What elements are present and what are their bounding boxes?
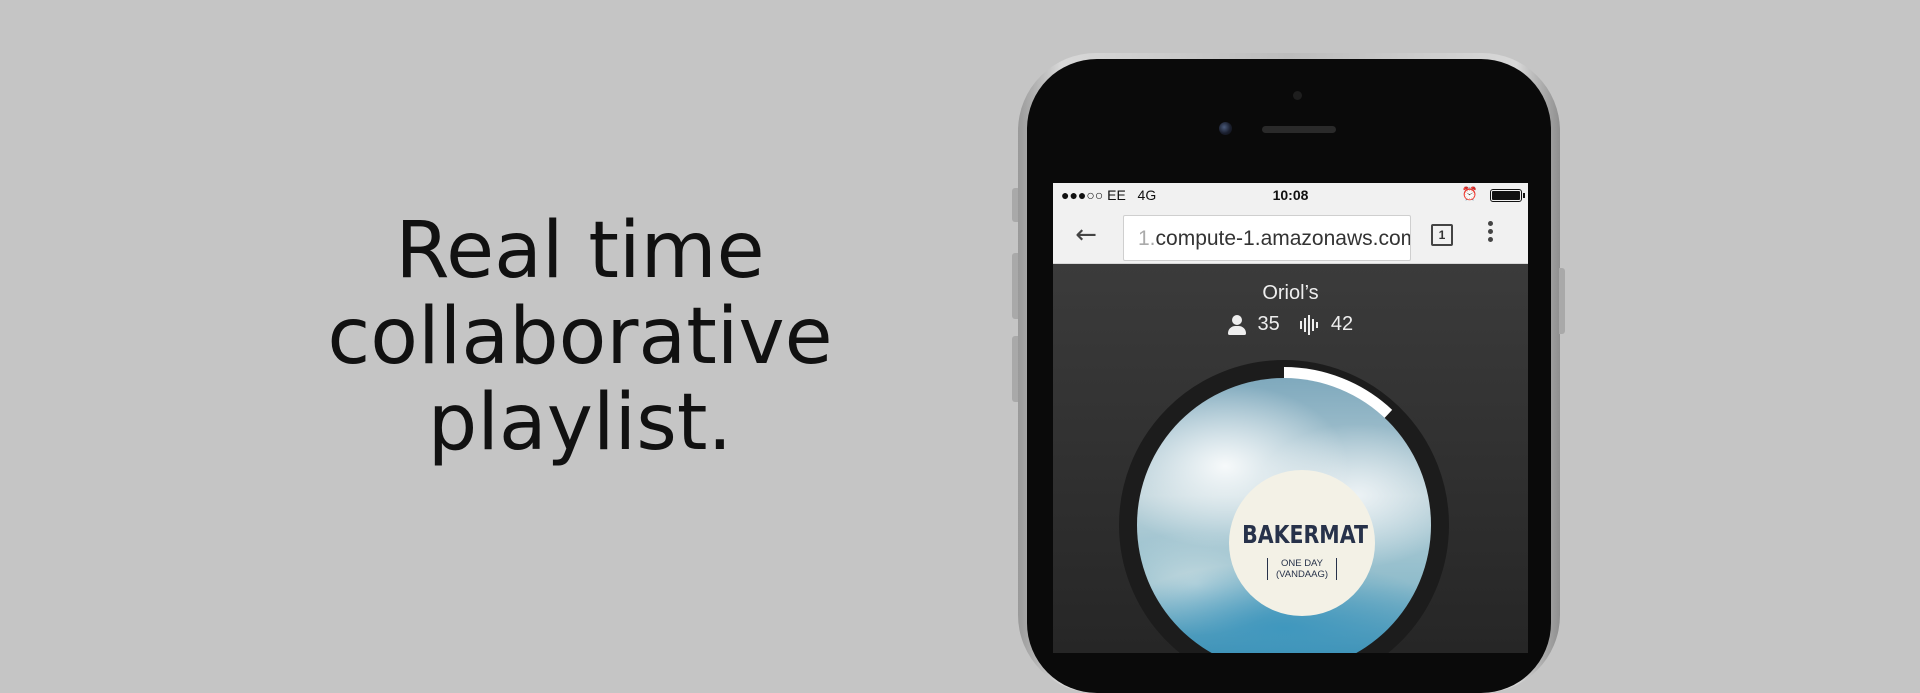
address-bar[interactable]: 1.compute-1.amazonaws.com — [1123, 215, 1411, 261]
earpiece-speaker — [1262, 126, 1336, 133]
mute-switch — [1012, 188, 1018, 222]
volume-up-button — [1012, 253, 1018, 319]
soundwave-icon — [1299, 314, 1319, 335]
power-button — [1559, 268, 1565, 334]
phone-screen: ●●●○○ EE 4G 10:08 ⏰ ← 1.compute-1.amazon… — [1053, 183, 1528, 653]
track-count: 42 — [1330, 313, 1354, 336]
status-time: 10:08 — [1272, 187, 1309, 203]
artist-name: BAKERMAT — [1242, 520, 1368, 549]
record-label: BAKERMAT ONE DAY (VANDAAG) — [1229, 470, 1375, 616]
battery-icon — [1490, 189, 1525, 202]
room-title: Oriol’s — [1262, 282, 1319, 304]
room-stats: 35 42 — [1053, 313, 1528, 336]
tagline-line: Real time — [395, 206, 765, 296]
status-bar: ●●●○○ EE 4G 10:08 ⏰ — [1053, 183, 1528, 207]
listener-count: 35 — [1257, 313, 1280, 336]
front-camera — [1219, 122, 1232, 135]
alarm-icon: ⏰ — [1461, 186, 1478, 201]
user-icon — [1227, 314, 1246, 335]
volume-down-button — [1012, 336, 1018, 402]
tagline-line: collaborative — [327, 292, 833, 382]
tab-switcher-button[interactable]: 1 — [1431, 224, 1453, 246]
album-artwork: BAKERMAT ONE DAY (VANDAAG) — [1137, 378, 1431, 653]
playlist-view: Oriol’s 35 42 BAKERMAT ONE DAY (VANDAAG) — [1053, 264, 1528, 653]
overflow-menu-icon[interactable] — [1488, 221, 1494, 245]
tagline: Real time collaborative playlist. — [300, 208, 860, 466]
now-playing-disc[interactable]: BAKERMAT ONE DAY (VANDAAG) — [1119, 360, 1449, 653]
tagline-line: playlist. — [427, 378, 733, 468]
track-title: ONE DAY (VANDAAG) — [1267, 558, 1337, 580]
proximity-sensor — [1293, 91, 1302, 100]
back-arrow-icon[interactable]: ← — [1071, 220, 1101, 250]
browser-toolbar: ← 1.compute-1.amazonaws.com 1 — [1053, 207, 1528, 264]
